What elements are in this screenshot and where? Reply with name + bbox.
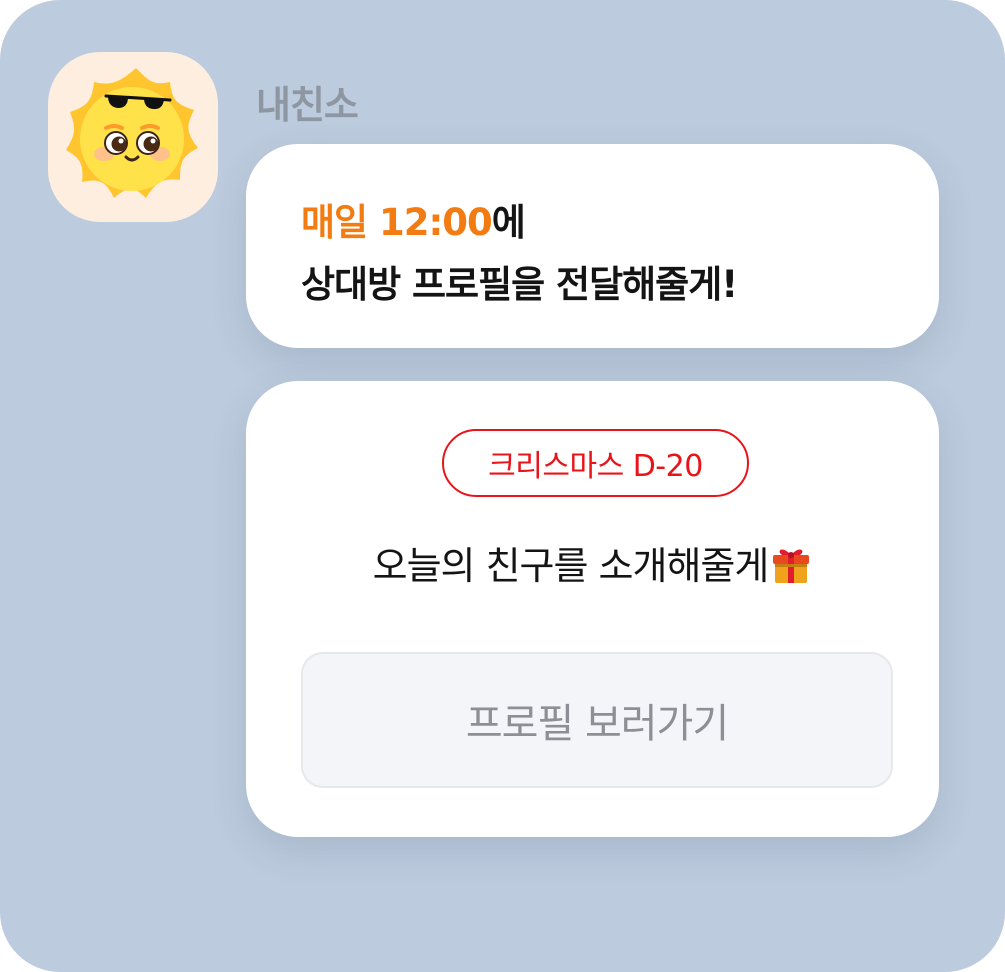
- view-profile-button[interactable]: 프로필 보러가기: [301, 652, 893, 788]
- message-line-1: 매일 12:00에: [301, 192, 526, 246]
- christmas-countdown-badge: 크리스마스 D-20: [442, 429, 749, 497]
- sender-name: 내친소: [256, 83, 359, 127]
- message-line-2: 상대방 프로필을 전달해줄게!: [301, 263, 738, 306]
- message-bubble-intro: 크리스마스 D-20 오늘의 친구를 소개해줄게 프로필 보러가기: [246, 381, 939, 837]
- schedule-time-highlight: 매일 12:00: [301, 201, 493, 244]
- sender-avatar[interactable]: [48, 52, 218, 222]
- gift-icon: [773, 549, 810, 583]
- intro-text: 오늘의 친구를 소개해줄게: [372, 544, 770, 588]
- intro-text-row: 오늘의 친구를 소개해줄게: [246, 535, 939, 590]
- message-bubble-schedule: 매일 12:00에 상대방 프로필을 전달해줄게!: [246, 144, 939, 348]
- chat-screen: 내친소 매일 12:00에 상대방 프로필을 전달해줄게! 크리스마스 D-20…: [0, 0, 1005, 972]
- sun-with-sunglasses-icon: [66, 68, 198, 198]
- schedule-time-suffix: 에: [491, 201, 526, 244]
